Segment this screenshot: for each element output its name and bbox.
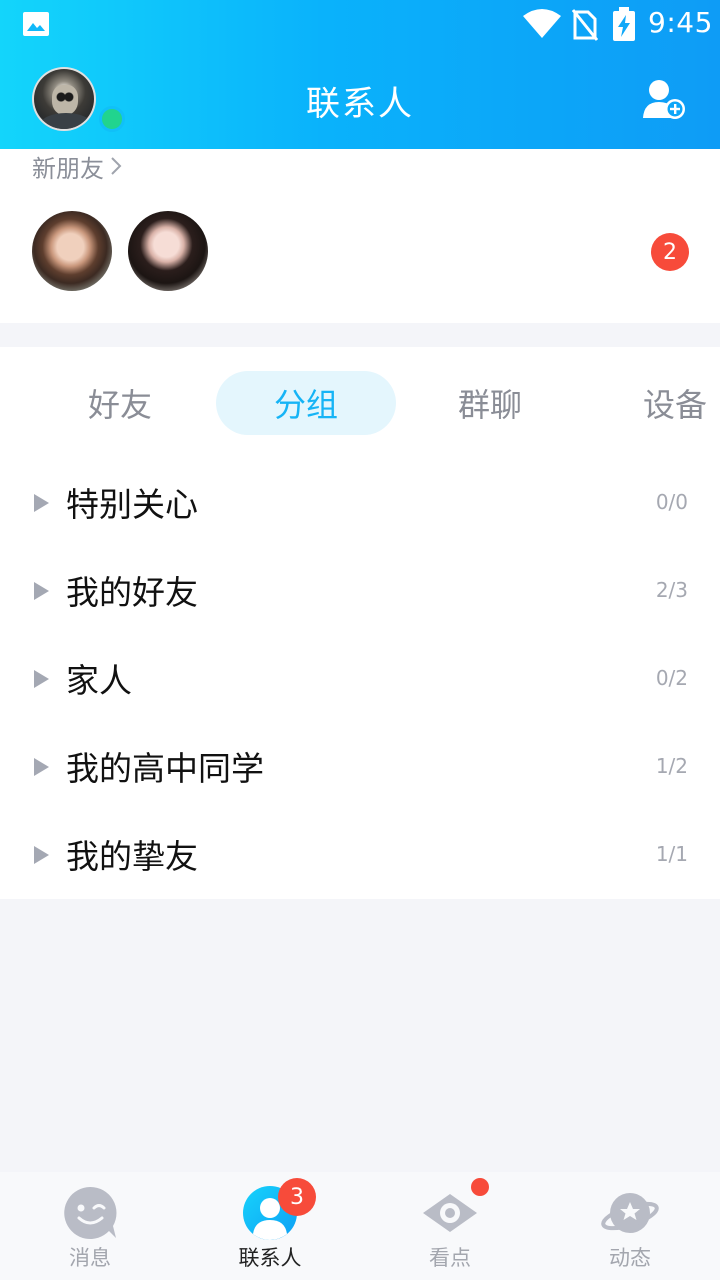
new-friends-label: 新朋友 [32,154,104,183]
nav-label: 看点 [429,1246,471,1270]
expand-triangle-icon [34,846,49,864]
new-friends-section[interactable]: 新朋友 2 [0,149,720,323]
group-count: 0/2 [655,666,688,690]
new-friends-badge: 2 [651,233,689,271]
group-name: 特别关心 [66,485,198,524]
nav-label: 消息 [69,1246,111,1270]
nav-label: 联系人 [238,1246,302,1270]
group-row[interactable]: 我的好友 2/3 [0,546,720,634]
tab-devices[interactable]: 设备 [624,371,720,435]
tab-group-chats[interactable]: 群聊 [400,371,580,435]
expand-triangle-icon [34,582,49,600]
group-count: 1/2 [655,754,688,778]
nav-messages[interactable]: 消息 [0,1172,180,1280]
eye-icon [423,1194,477,1232]
nav-moments[interactable]: 动态 [540,1172,720,1280]
new-friends-link[interactable]: 新朋友 [32,149,122,183]
chevron-right-icon [111,157,122,175]
group-row[interactable]: 我的高中同学 1/2 [0,722,720,810]
expand-triangle-icon [34,670,49,688]
tab-groups[interactable]: 分组 [216,371,396,435]
tab-friends[interactable]: 好友 [30,371,210,435]
group-name: 我的高中同学 [66,749,264,788]
gallery-notification-icon [23,12,49,36]
group-count: 2/3 [655,578,688,602]
nav-contacts[interactable]: 联系人 [180,1172,360,1280]
group-name: 家人 [66,661,132,700]
bottom-navigation: 消息 联系人 看点 动态 [0,1172,720,1280]
nav-discover[interactable]: 看点 [360,1172,540,1280]
message-icon [64,1186,117,1239]
add-contact-icon[interactable] [642,78,686,120]
expand-triangle-icon [34,758,49,776]
group-row[interactable]: 我的挚友 1/1 [0,810,720,898]
nav-label: 动态 [609,1246,651,1270]
no-sim-icon [572,9,598,41]
contacts-panel: 好友 分组 群聊 设备 特别关心 0/0 我的好友 2/3 家人 0/2 我的高… [0,347,720,899]
group-count: 1/1 [655,842,688,866]
expand-triangle-icon [34,494,49,512]
page-title: 联系人 [306,84,414,124]
group-name: 我的好友 [66,573,198,612]
group-row[interactable]: 家人 0/2 [0,634,720,722]
battery-charging-icon [613,7,635,41]
wifi-icon [523,9,561,38]
discover-notification-dot [471,1178,489,1196]
planet-icon [601,1193,659,1233]
contacts-badge: 3 [278,1178,316,1216]
friend-request-avatar[interactable] [128,211,208,291]
group-count: 0/0 [655,490,688,514]
status-bar: 9:45 [0,0,720,50]
group-row[interactable]: 特别关心 0/0 [0,458,720,546]
friend-request-avatar[interactable] [32,211,112,291]
app-header: 9:45 联系人 [0,0,720,149]
contact-tabs: 好友 分组 群聊 设备 [0,371,720,435]
status-time: 9:45 [648,6,713,39]
group-name: 我的挚友 [66,837,198,876]
